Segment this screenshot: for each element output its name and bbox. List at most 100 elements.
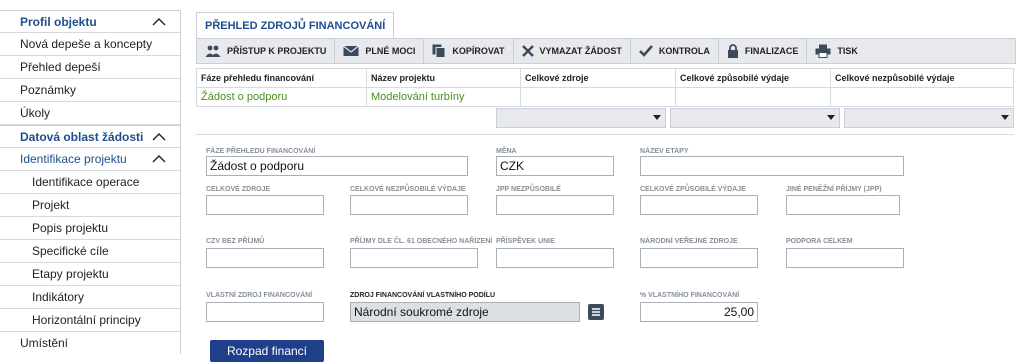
sidebar-item-label: Datová oblast žádosti [20, 130, 144, 144]
sidebar-item-label: Specifické cíle [32, 244, 109, 258]
rozpad-financi-button[interactable]: Rozpad financí [210, 340, 324, 362]
sidebar-item-label: Popis projektu [32, 221, 109, 235]
sidebar-item-label: Etapy projektu [32, 267, 109, 281]
mena-label: MĚNA [496, 148, 517, 155]
mena-field[interactable]: CZK [496, 156, 614, 176]
celkove-zpusobile-field[interactable] [640, 195, 758, 215]
podpora-celkem-label: PODPORA CELKEM [786, 238, 853, 245]
sidebar-item-umisteni[interactable]: Umístění [0, 332, 180, 354]
grid-cell[interactable] [830, 87, 1014, 107]
button-label: TISK [837, 46, 858, 56]
celkove-zpusobile-label: CELKOVÉ ZPŮSOBILÉ VÝDAJE [640, 186, 746, 193]
button-label: FINALIZACE [744, 46, 799, 56]
tab-prehled-zdroju-financovani[interactable]: PŘEHLED ZDROJŮ FINANCOVÁNÍ [196, 12, 395, 39]
narodni-verejne-field[interactable] [640, 248, 758, 268]
grid-header-cell[interactable]: Fáze přehledu financování [196, 68, 367, 88]
table-row[interactable]: Žádost o podporu Modelování turbíny [196, 87, 1014, 107]
chevron-up-icon[interactable] [152, 152, 166, 166]
sidebar-item-label: Umístění [20, 336, 69, 350]
sidebar-item-prehled-depesi[interactable]: Přehled depeší [0, 56, 180, 79]
sidebar-item-horizontalni-principy[interactable]: Horizontální principy [0, 309, 180, 332]
sidebar-item-label: Projekt [32, 198, 70, 212]
nazev-etapy-field[interactable] [640, 156, 904, 176]
close-icon [521, 45, 534, 57]
grid-cell[interactable]: Modelování turbíny [366, 87, 521, 107]
sidebar-item-identifikace-projektu[interactable]: Identifikace projektu [0, 148, 180, 171]
sidebar-item-label: Horizontální principy [32, 313, 141, 327]
sidebar-item-label: Indikátory [32, 290, 85, 304]
narodni-verejne-label: NÁRODNÍ VEŘEJNÉ ZDROJE [640, 238, 738, 245]
vlastni-zdroj-field[interactable] [206, 302, 324, 322]
celkove-nezpusobile-field[interactable] [350, 195, 468, 215]
czv-bez-prijmu-field[interactable] [206, 248, 324, 268]
sidebar-item-identifikace-operace[interactable]: Identifikace operace [0, 171, 180, 194]
pristup-k-projektu-button[interactable]: PŘÍSTUP K PROJEKTU [197, 39, 336, 63]
faze-field[interactable]: Žádost o podporu [206, 156, 468, 176]
filter-celkove-zpusobile[interactable] [670, 108, 840, 128]
celkove-zdroje-label: CELKOVÉ ZDROJE [206, 186, 271, 193]
envelope-icon [343, 45, 360, 56]
celkove-nezpusobile-label: CELKOVÉ NEZPŮSOBILÉ VÝDAJE [350, 186, 466, 193]
sidebar-item-nova-depese[interactable]: Nová depeše a koncepty [0, 33, 180, 56]
vymazat-zadost-button[interactable]: VYMAZAT ŽÁDOST [514, 39, 631, 63]
podpora-celkem-field[interactable] [786, 248, 904, 268]
sidebar-item-label: Přehled depeší [20, 60, 101, 74]
sidebar-item-etapy-projektu[interactable]: Etapy projektu [0, 263, 180, 286]
nazev-etapy-label: NÁZEV ETAPY [640, 148, 689, 155]
grid-header-cell[interactable]: Celkové způsobilé výdaje [675, 68, 831, 88]
celkove-zdroje-field[interactable] [206, 195, 324, 215]
users-icon [205, 45, 221, 57]
vlastni-zdroj-label: VLASTNÍ ZDROJ FINANCOVÁNÍ [206, 292, 313, 299]
czv-bez-prijmu-label: CZV BEZ PŘÍJMŮ [206, 238, 265, 245]
filter-celkove-zdroje[interactable] [496, 108, 666, 128]
jine-penezni-label: JINÉ PENĚŽNÍ PŘÍJMY (JPP) [786, 186, 882, 193]
sidebar-item-popis-projektu[interactable]: Popis projektu [0, 217, 180, 240]
financing-grid: Fáze přehledu financování Název projektu… [196, 68, 1014, 107]
zdroj-vlastniho-podilu-label: ZDROJ FINANCOVÁNÍ VLASTNÍHO PODÍLU [350, 292, 496, 299]
sidebar-item-datova-oblast[interactable]: Datová oblast žádosti [0, 125, 180, 148]
grid-header-cell[interactable]: Celkové nezpůsobilé výdaje [830, 68, 1014, 88]
grid-cell[interactable] [675, 87, 831, 107]
tisk-button[interactable]: TISK [807, 39, 866, 63]
list-icon[interactable] [588, 304, 604, 320]
finalizace-button[interactable]: FINALIZACE [719, 39, 808, 63]
printer-icon [815, 44, 831, 58]
chevron-up-icon[interactable] [152, 15, 166, 29]
plne-moci-button[interactable]: PLNÉ MOCI [335, 39, 425, 63]
prijmy-cl61-label: PŘÍJMY DLE ČL. 61 OBECNÉHO NAŘÍZENÍ [350, 238, 493, 245]
chevron-up-icon[interactable] [152, 130, 166, 144]
sidebar-item-ukoly[interactable]: Úkoly [0, 102, 180, 125]
checkmark-icon [638, 45, 653, 57]
grid-header-row: Fáze přehledu financování Název projektu… [196, 68, 1014, 88]
procento-field[interactable]: 25,00 [640, 302, 758, 322]
sidebar-item-projekt[interactable]: Projekt [0, 194, 180, 217]
grid-cell[interactable]: Žádost o podporu [196, 87, 367, 107]
chevron-down-icon[interactable] [1001, 115, 1009, 120]
sidebar-item-profil-objektu[interactable]: Profil objektu [0, 10, 180, 33]
prispevek-unie-field[interactable] [496, 248, 614, 268]
grid-cell[interactable] [520, 87, 676, 107]
sidebar-item-specificke-cile[interactable]: Specifické cíle [0, 240, 180, 263]
grid-filter-row [496, 108, 1014, 128]
sidebar-item-label: Úkoly [20, 106, 51, 120]
toolbar: PŘÍSTUP K PROJEKTU PLNÉ MOCI KOPÍROVAT V… [196, 38, 1016, 64]
sidebar-item-poznamky[interactable]: Poznámky [0, 79, 180, 102]
sidebar-item-label: Identifikace operace [32, 175, 140, 189]
chevron-down-icon[interactable] [827, 115, 835, 120]
grid-header-cell[interactable]: Celkové zdroje [520, 68, 676, 88]
sidebar: Profil objektu Nová depeše a koncepty Př… [0, 10, 181, 354]
kopirovat-button[interactable]: KOPÍROVAT [424, 39, 514, 63]
sidebar-item-label: Identifikace projektu [20, 152, 127, 166]
grid-header-cell[interactable]: Název projektu [366, 68, 521, 88]
chevron-down-icon[interactable] [653, 115, 661, 120]
sidebar-item-indikatory[interactable]: Indikátory [0, 286, 180, 309]
jpp-nezpusobile-label: JPP NEZPŮSOBILÉ [496, 186, 561, 193]
copy-icon [432, 44, 446, 58]
kontrola-button[interactable]: KONTROLA [631, 39, 719, 63]
jine-penezni-field[interactable] [786, 195, 900, 215]
faze-label: FÁZE PŘEHLEDU FINANCOVÁNÍ [206, 148, 316, 155]
filter-celkove-nezpusobile[interactable] [844, 108, 1014, 128]
prijmy-cl61-field[interactable] [350, 248, 478, 268]
jpp-nezpusobile-field[interactable] [496, 195, 614, 215]
zdroj-vlastniho-podilu-field[interactable]: Národní soukromé zdroje [350, 302, 580, 322]
